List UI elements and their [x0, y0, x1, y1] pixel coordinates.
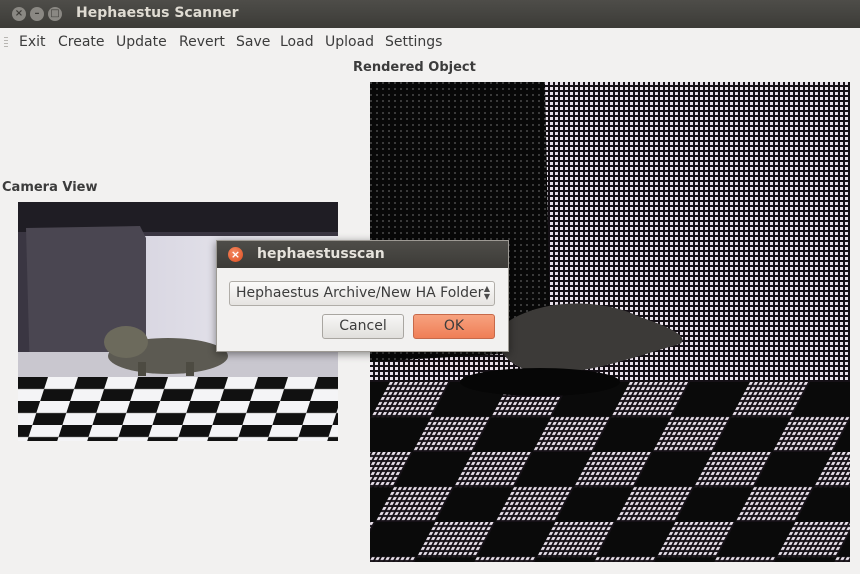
menu-revert[interactable]: Revert — [179, 34, 225, 50]
folder-select-value: Hephaestus Archive/New HA Folder — [236, 285, 484, 301]
folder-select[interactable]: Hephaestus Archive/New HA Folder ▲ ▼ — [229, 281, 495, 306]
maximize-icon: □ — [50, 8, 60, 19]
menu-upload[interactable]: Upload — [325, 34, 374, 50]
cancel-button[interactable]: Cancel — [322, 314, 404, 339]
minimize-icon: – — [34, 8, 40, 19]
ok-button[interactable]: OK — [413, 314, 495, 339]
menu-update[interactable]: Update — [116, 34, 167, 50]
up-down-arrows-icon: ▲ ▼ — [483, 284, 490, 301]
dialog-titlebar: × hephaestusscan — [217, 241, 508, 268]
dialog-close-button[interactable]: × — [228, 247, 243, 262]
window-title: Hephaestus Scanner — [76, 5, 239, 21]
ok-button-label: OK — [443, 318, 465, 334]
cancel-button-label: Cancel — [339, 318, 387, 334]
dialog-title: hephaestusscan — [257, 246, 385, 262]
window-close-button[interactable]: × — [12, 7, 26, 21]
menu-create[interactable]: Create — [58, 34, 105, 50]
folder-dialog: × hephaestusscan Hephaestus Archive/New … — [216, 240, 509, 352]
menu-settings[interactable]: Settings — [385, 34, 442, 50]
window-maximize-button[interactable]: □ — [48, 7, 62, 21]
menu-exit[interactable]: Exit — [19, 34, 46, 50]
close-icon: × — [230, 248, 241, 261]
menu-bar: Exit Create Update Revert Save Load Uplo… — [0, 28, 860, 56]
close-icon: × — [14, 8, 24, 19]
rendered-object-label: Rendered Object — [353, 60, 476, 75]
camera-view-label: Camera View — [2, 180, 98, 195]
menu-save[interactable]: Save — [236, 34, 270, 50]
menu-load[interactable]: Load — [280, 34, 314, 50]
menubar-grip-icon — [4, 37, 8, 49]
window-minimize-button[interactable]: – — [30, 7, 44, 21]
window-titlebar: × – □ Hephaestus Scanner — [0, 0, 860, 28]
